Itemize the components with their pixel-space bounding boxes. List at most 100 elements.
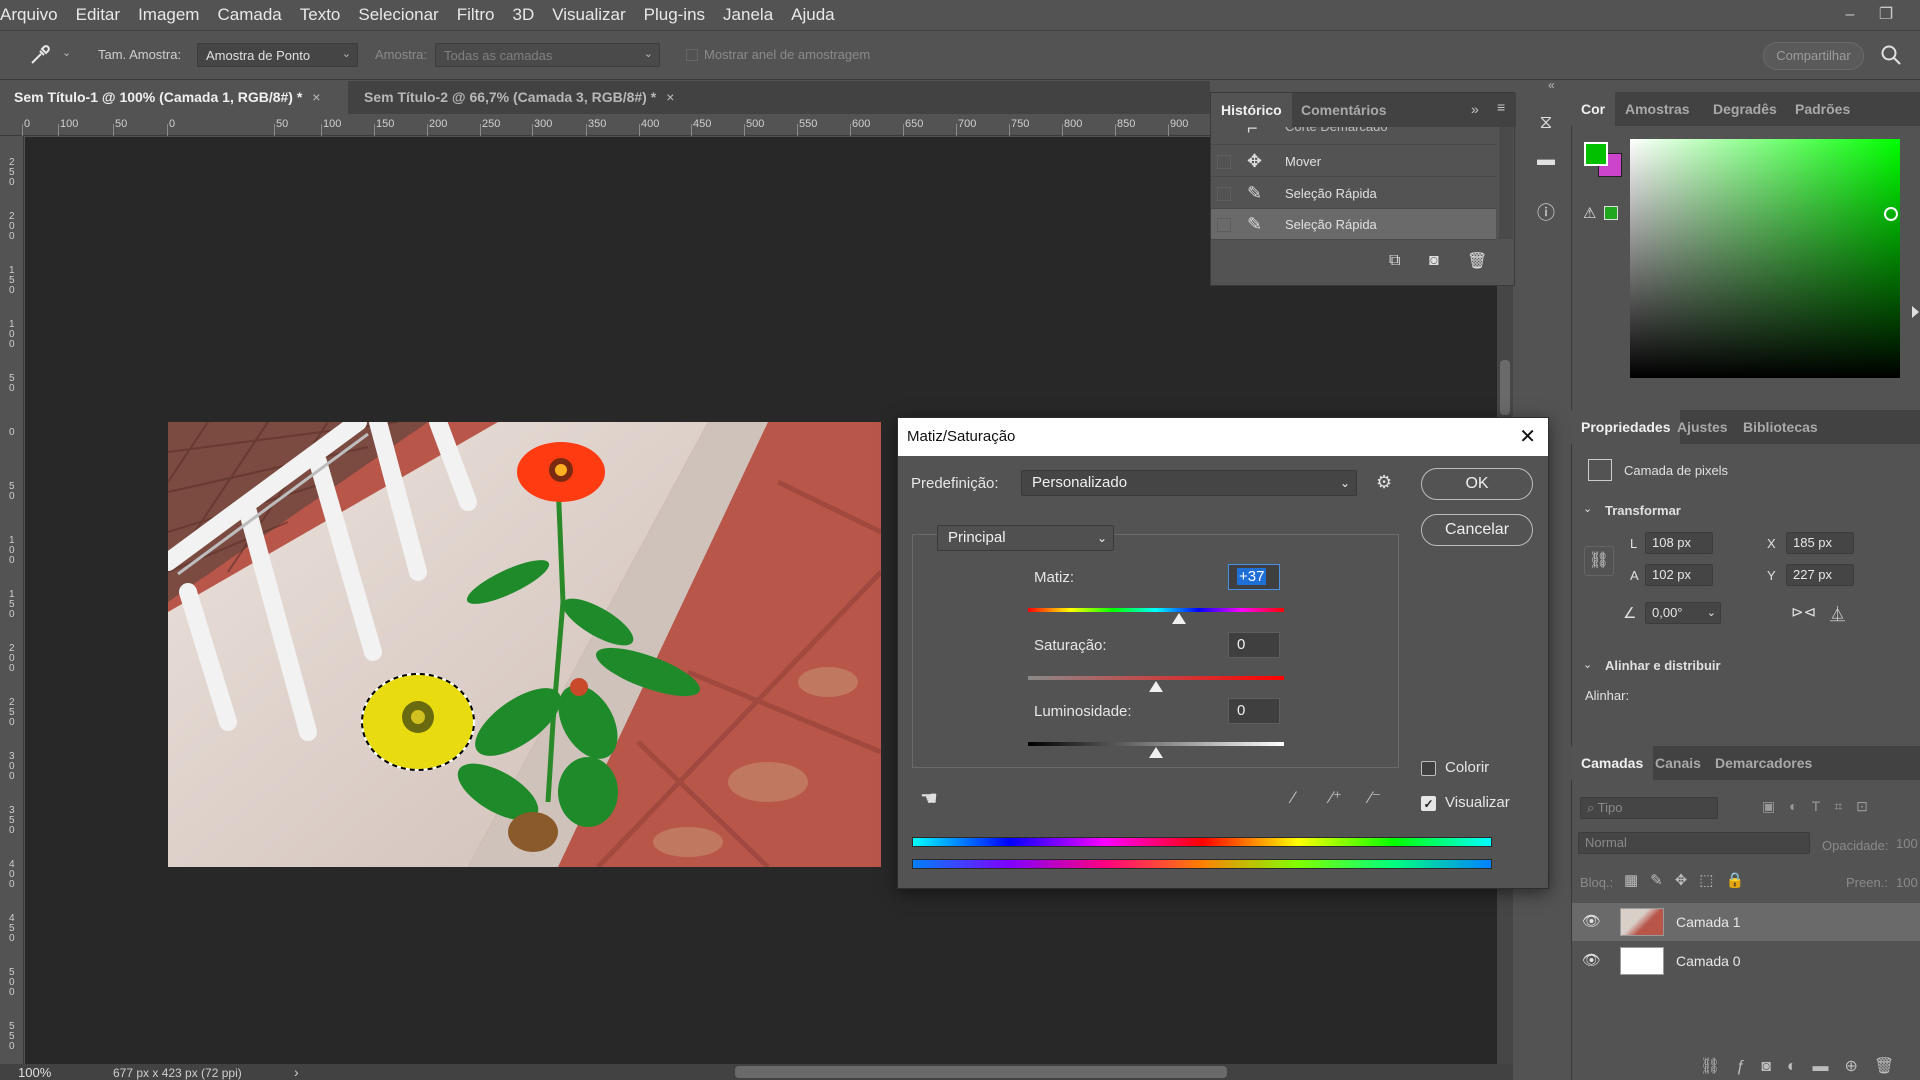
flip-vertical-icon[interactable]: ⏅ <box>1830 603 1845 624</box>
history-item[interactable]: ✥ Mover <box>1211 146 1496 177</box>
history-item[interactable]: ⌐ Corte Demarcado <box>1211 127 1496 145</box>
menu-selecionar[interactable]: Selecionar <box>349 0 447 30</box>
menu-janela[interactable]: Janela <box>714 0 782 30</box>
history-panel-icon[interactable]: ⧖ <box>1531 107 1561 137</box>
tab-comentarios[interactable]: Comentários <box>1291 93 1397 127</box>
tab-propriedades[interactable]: Propriedades <box>1571 410 1681 444</box>
link-icon[interactable]: ⛓ <box>1584 546 1614 576</box>
eyedropper-icon[interactable] <box>28 43 52 67</box>
menu-plug-ins[interactable]: Plug-ins <box>635 0 714 30</box>
sample-size-select[interactable]: Amostra de Ponto ⌄ <box>197 43 358 67</box>
close-icon[interactable]: ✕ <box>1519 418 1536 456</box>
horizontal-scroll-thumb[interactable] <box>735 1066 1227 1078</box>
search-icon[interactable] <box>1880 44 1902 66</box>
lock-icons[interactable]: ▦✎✥⬚🔒 <box>1624 871 1756 889</box>
show-ring-checkbox[interactable] <box>686 49 698 61</box>
ok-button[interactable]: OK <box>1421 468 1533 500</box>
lightness-slider[interactable] <box>1028 742 1284 746</box>
visibility-eye-icon[interactable]: 👁 <box>1582 912 1601 930</box>
lightness-slider-knob[interactable] <box>1149 747 1163 758</box>
x-field[interactable]: 185 px <box>1786 532 1854 554</box>
status-menu-arrow[interactable]: › <box>294 1064 299 1080</box>
eyedropper-minus-icon[interactable]: ⁄⁻ <box>1369 788 1381 808</box>
transform-chevron-icon[interactable]: ⌄ <box>1583 502 1592 515</box>
history-scrollbar[interactable] <box>1499 127 1513 239</box>
opacity-value[interactable]: 100 <box>1896 836 1918 851</box>
history-item-selected[interactable]: ✎ Seleção Rápida <box>1211 209 1496 240</box>
layer-row[interactable]: 👁 Camada 0 <box>1572 942 1920 980</box>
sample-select[interactable]: Todas as camadas ⌄ <box>435 43 660 67</box>
hue-slider-knob[interactable] <box>1172 613 1187 624</box>
tab-sem-titulo-1[interactable]: Sem Título-1 @ 100% (Camada 1, RGB/8#) *… <box>0 81 348 114</box>
menu-filtro[interactable]: Filtro <box>448 0 504 30</box>
tab-cor[interactable]: Cor <box>1571 92 1616 126</box>
eyedropper-plus-icon[interactable]: ⁄⁺ <box>1330 788 1342 808</box>
tab-amostras[interactable]: Amostras <box>1615 92 1700 126</box>
tab-canais[interactable]: Canais <box>1645 746 1711 780</box>
tab-padroes[interactable]: Padrões <box>1785 92 1860 126</box>
comments-panel-icon[interactable]: ▬ <box>1531 144 1561 174</box>
expand-panels-icon[interactable]: « <box>1548 78 1555 92</box>
preview-checkbox[interactable]: ✓ <box>1421 796 1436 811</box>
zoom-level[interactable]: 100% <box>18 1065 51 1080</box>
gamut-warning-icon[interactable]: ⚠ <box>1583 204 1596 222</box>
blend-mode-select[interactable]: Normal <box>1578 832 1810 854</box>
info-icon[interactable]: ⓘ <box>1531 198 1561 228</box>
gear-icon[interactable]: ⚙ <box>1376 472 1392 493</box>
targeted-adjustment-hand-icon[interactable]: ☚ <box>920 786 938 811</box>
layer-actions-icons[interactable]: ⛓ƒ◙◐▬⊕🗑 <box>1700 1056 1910 1076</box>
menu-imagem[interactable]: Imagem <box>129 0 208 30</box>
preset-select[interactable]: Personalizado ⌄ <box>1021 470 1357 496</box>
camera-icon[interactable]: ◙ <box>1429 252 1439 270</box>
align-header[interactable]: Alinhar e distribuir <box>1605 658 1721 673</box>
gamut-swatch[interactable] <box>1604 206 1618 220</box>
saturation-slider-knob[interactable] <box>1149 681 1163 692</box>
vertical-scroll-thumb[interactable] <box>1500 360 1510 415</box>
fill-value[interactable]: 100 <box>1896 875 1918 890</box>
cancel-button[interactable]: Cancelar <box>1421 514 1533 546</box>
history-snapshot-checkbox[interactable] <box>1217 218 1231 232</box>
width-field[interactable]: 108 px <box>1645 532 1713 554</box>
hue-slider-marker[interactable] <box>1912 306 1919 318</box>
menu-visualizar[interactable]: Visualizar <box>543 0 634 30</box>
history-item[interactable]: ✎ Seleção Rápida <box>1211 178 1496 209</box>
menu-texto[interactable]: Texto <box>291 0 350 30</box>
menu-ajuda[interactable]: Ajuda <box>782 0 843 30</box>
document-image[interactable] <box>168 422 881 867</box>
color-picker-cursor[interactable] <box>1884 207 1898 221</box>
tab-demarcadores[interactable]: Demarcadores <box>1705 746 1822 780</box>
y-field[interactable]: 227 px <box>1786 564 1854 586</box>
share-button[interactable]: Compartilhar <box>1763 42 1864 70</box>
layer-row[interactable]: 👁 Camada 1 <box>1572 903 1920 941</box>
menu-camada[interactable]: Camada <box>208 0 290 30</box>
restore-button[interactable]: ❐ <box>1872 2 1900 28</box>
tab-ajustes[interactable]: Ajustes <box>1667 410 1738 444</box>
tab-degrades[interactable]: Degradês <box>1703 92 1787 126</box>
hue-field[interactable]: +37 <box>1228 564 1280 590</box>
panel-menu-icon[interactable]: ≡ <box>1497 99 1505 115</box>
channel-select[interactable]: Principal ⌄ <box>937 525 1114 551</box>
flip-horizontal-icon[interactable]: ⊳⊲ <box>1791 603 1816 621</box>
saturation-slider[interactable] <box>1028 676 1284 680</box>
foreground-color-swatch[interactable] <box>1584 142 1608 166</box>
close-tab-icon[interactable]: × <box>312 89 320 105</box>
tab-sem-titulo-2[interactable]: Sem Título-2 @ 66,7% (Camada 3, RGB/8#) … <box>350 81 688 114</box>
menu-editar[interactable]: Editar <box>67 0 129 30</box>
layer-filter-icons[interactable]: ▣◐T⌗⊡ <box>1762 798 1882 815</box>
transform-header[interactable]: Transformar <box>1605 503 1681 518</box>
history-snapshot-checkbox[interactable] <box>1217 155 1231 169</box>
lightness-field[interactable]: 0 <box>1228 698 1280 724</box>
tab-bibliotecas[interactable]: Bibliotecas <box>1733 410 1828 444</box>
minimize-button[interactable]: – <box>1836 2 1864 28</box>
trash-icon[interactable]: 🗑 <box>1467 251 1487 271</box>
color-picker-field[interactable] <box>1630 139 1900 378</box>
colorize-checkbox[interactable] <box>1421 761 1436 776</box>
eyedropper-icon[interactable]: ⁄ <box>1292 788 1295 808</box>
history-snapshot-checkbox[interactable] <box>1217 187 1231 201</box>
tool-preset-chevron-icon[interactable]: ⌄ <box>62 46 71 59</box>
tab-camadas[interactable]: Camadas <box>1571 746 1654 780</box>
saturation-field[interactable]: 0 <box>1228 632 1280 658</box>
layer-filter-input[interactable]: ⌕ Tipo <box>1580 797 1718 819</box>
close-tab-icon[interactable]: × <box>666 89 674 105</box>
menu-3d[interactable]: 3D <box>504 0 544 30</box>
